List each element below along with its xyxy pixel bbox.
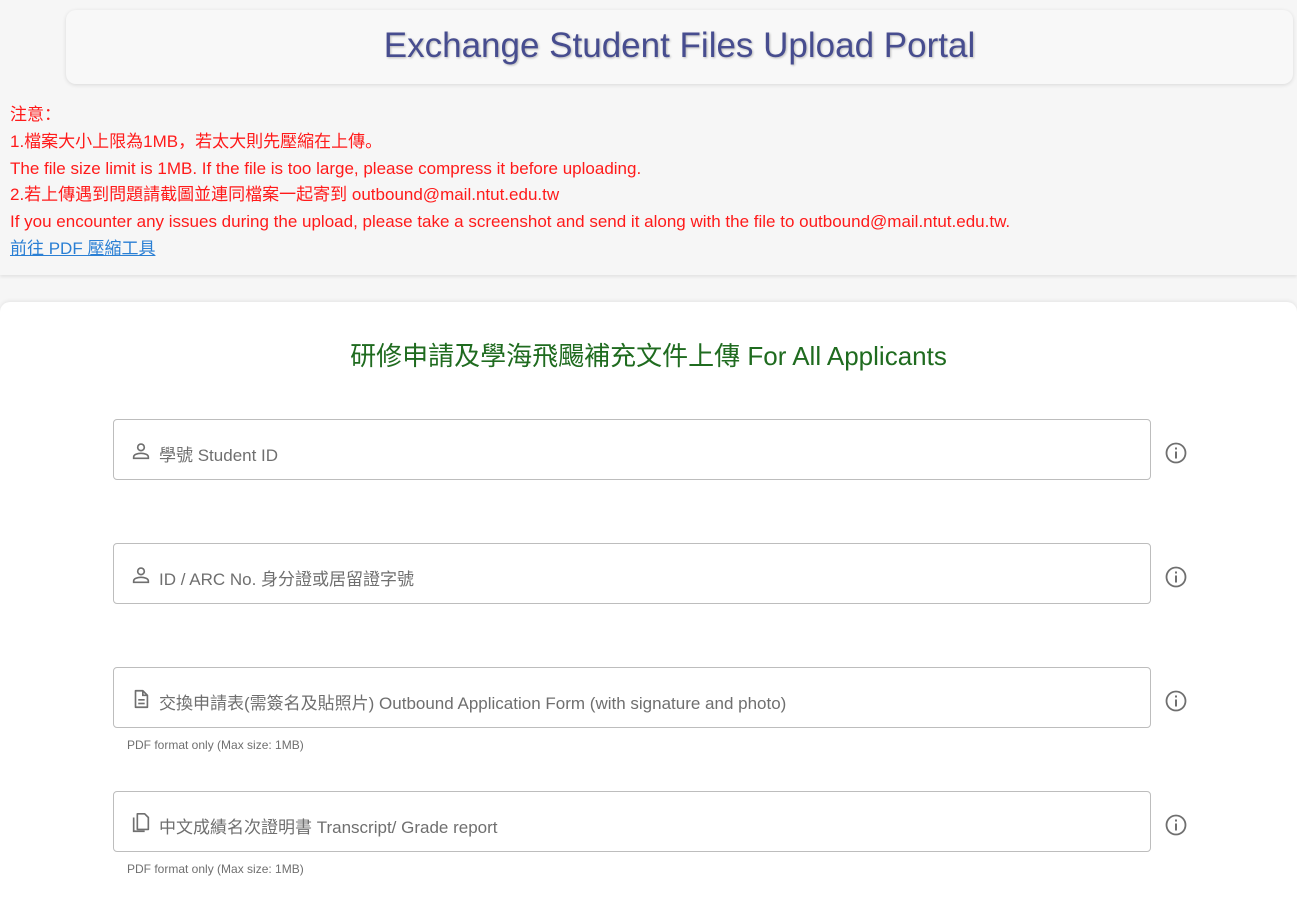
- id-arc-field[interactable]: ID / ARC No. 身分證或居留證字號: [113, 543, 1151, 604]
- transcript-info-icon[interactable]: [1164, 813, 1188, 837]
- id-arc-info-icon[interactable]: [1164, 565, 1188, 589]
- notice-heading: 注意：: [10, 105, 61, 124]
- transcript-upload[interactable]: 中文成績名次證明書 Transcript/ Grade report: [113, 791, 1151, 852]
- notice-line-2-zh: 2.若上傳遇到問題請截圖並連同檔案一起寄到 outbound@mail.ntut…: [10, 185, 560, 204]
- person-icon: [132, 567, 150, 584]
- student-id-label: 學號 Student ID: [159, 446, 279, 465]
- file-copy-icon: [132, 813, 150, 833]
- notice-line-2-en: If you encounter any issues during the u…: [10, 212, 1011, 231]
- notice-line-1-en: The file size limit is 1MB. If the file …: [10, 159, 642, 178]
- id-arc-label: ID / ARC No. 身分證或居留證字號: [159, 570, 415, 589]
- header-card: Exchange Student Files Upload Portal: [66, 10, 1293, 84]
- page-title: Exchange Student Files Upload Portal: [383, 26, 976, 65]
- section-title-zh: 研修申請及學海飛颺補充文件上傳: [350, 341, 741, 371]
- application-form-hint: PDF format only (Max size: 1MB): [127, 738, 304, 752]
- section-title: 研修申請及學海飛颺補充文件上傳 For All Applicants: [0, 336, 1297, 373]
- notice-panel: 注意： 1.檔案大小上限為1MB，若太大則先壓縮在上傳。 The file si…: [0, 95, 1297, 275]
- student-id-field[interactable]: 學號 Student ID: [113, 419, 1151, 480]
- pdf-compress-link[interactable]: 前往 PDF 壓縮工具: [10, 239, 155, 259]
- file-document-icon: [134, 689, 149, 709]
- transcript-label: 中文成績名次證明書 Transcript/ Grade report: [159, 818, 498, 837]
- person-icon: [132, 443, 150, 460]
- transcript-hint: PDF format only (Max size: 1MB): [127, 862, 304, 876]
- application-form-label: 交換申請表(需簽名及貼照片) Outbound Application Form…: [159, 694, 787, 713]
- notice-line-1-zh: 1.檔案大小上限為1MB，若太大則先壓縮在上傳。: [10, 132, 383, 151]
- application-form-upload[interactable]: 交換申請表(需簽名及貼照片) Outbound Application Form…: [113, 667, 1151, 728]
- application-form-info-icon[interactable]: [1164, 689, 1188, 713]
- upload-form-card: 研修申請及學海飛颺補充文件上傳 For All Applicants 學號 St…: [0, 302, 1297, 902]
- section-title-en: For All Applicants: [747, 341, 947, 371]
- student-id-info-icon[interactable]: [1164, 441, 1188, 465]
